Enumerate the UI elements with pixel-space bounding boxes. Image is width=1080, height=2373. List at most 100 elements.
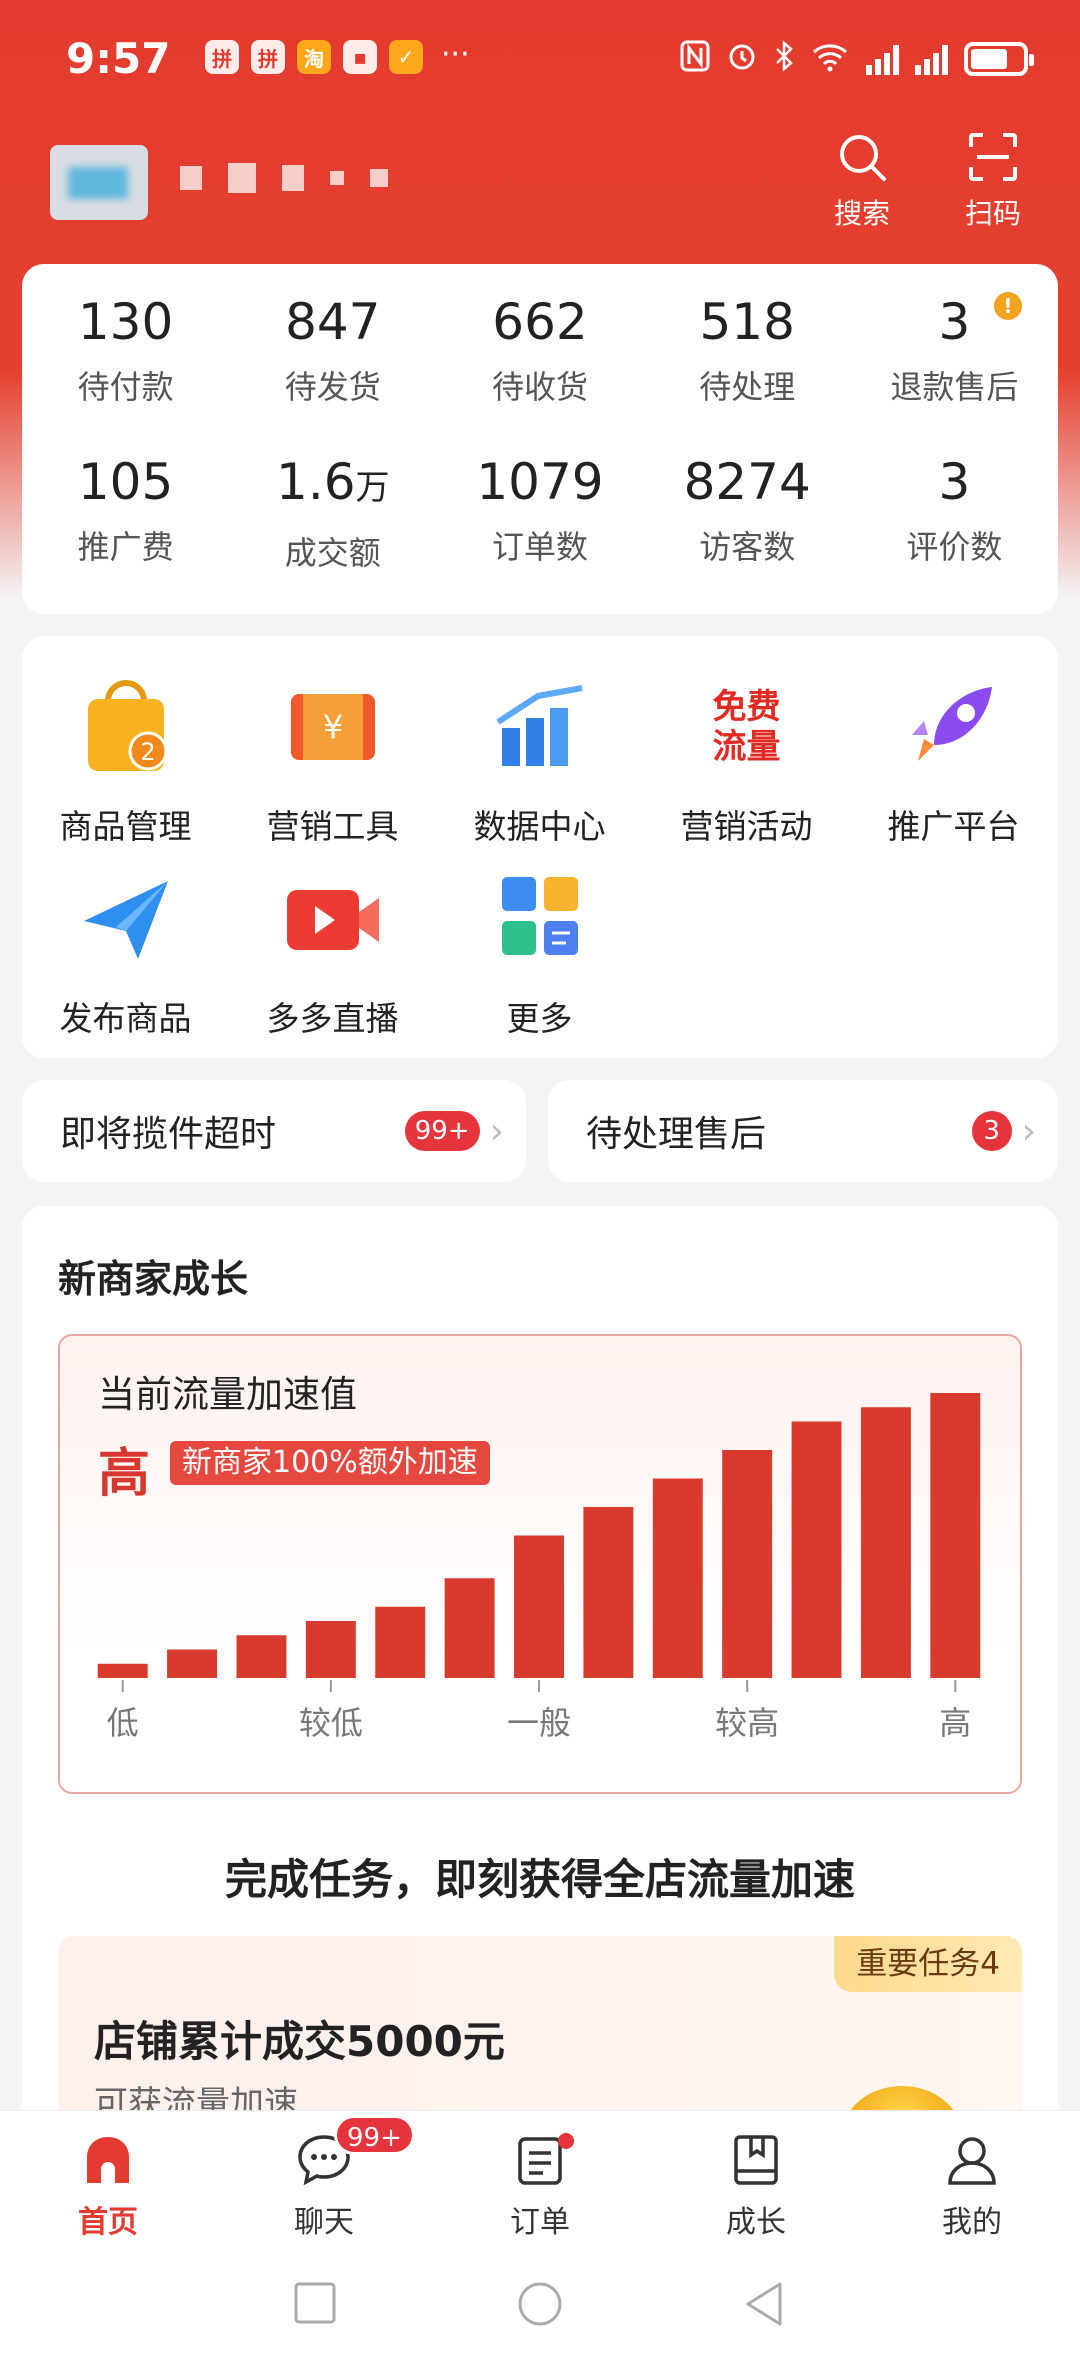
taobao-notification-icon: 淘 [297,40,331,74]
stat-value: 8274 [683,453,811,511]
tools-card: 2 商品管理 ¥ 营销工具 数据中心 免费 流量 营销活动 推广平台 发布商品 … [22,636,1058,1058]
tab-label: 聊天 [294,2205,354,2240]
tab-label: 成长 [726,2205,786,2240]
order-notification-dot [558,2133,574,2149]
home-button[interactable] [516,2280,564,2332]
shop-stats-card: 130 待付款 847 待发货 662 待收货 518 待处理 3 ! 退款售后… [22,264,1058,614]
tool-promotion-platform[interactable]: 推广平台 [850,672,1057,848]
tool-live-stream[interactable]: 多多直播 [229,864,436,1040]
accel-tag: 新商家100%额外加速 [170,1441,490,1485]
tool-label: 推广平台 [887,807,1020,846]
shop-avatar[interactable] [50,145,148,220]
pending-aftersale-entry[interactable]: 待处理售后 3 › [548,1080,1058,1182]
tool-label: 多多直播 [266,999,399,1038]
bluetooth-icon [774,40,794,78]
stat-review-count[interactable]: 3 评价数 [851,452,1058,612]
accel-level: 高 [98,1444,151,1504]
accel-title: 当前流量加速值 [98,1373,357,1416]
more-notifications-icon: ··· [441,37,470,72]
scan-button[interactable]: 扫码 [943,128,1043,232]
stat-gmv[interactable]: 1.6万 成交额 [229,452,436,612]
tab-chat[interactable]: 聊天 99+ [216,2111,432,2250]
chart-tick-label: 一般 [507,1704,571,1742]
chart-bar [860,1407,911,1678]
stat-label: 推广费 [77,528,174,566]
system-navigation-bar [0,2250,1080,2373]
back-button[interactable] [742,2280,786,2332]
chart-tick-label: 高 [939,1704,971,1742]
message-notification-icon: ▪ [343,40,377,74]
tool-marketing-tools[interactable]: ¥ 营销工具 [229,672,436,848]
tool-more[interactable]: 更多 [436,864,643,1040]
tab-label: 我的 [942,2205,1002,2240]
stat-pending-processing[interactable]: 518 待处理 [644,292,851,452]
home-icon [0,2131,216,2189]
stat-value: 130 [77,293,174,351]
stat-value: 1.6 [276,453,356,511]
stat-visitor-count[interactable]: 8274 访客数 [644,452,851,612]
tool-label: 数据中心 [473,807,606,846]
chart-bar [652,1478,703,1678]
status-bar: 9:57 拼 拼 淘 ▪ ✓ ··· [0,0,1080,120]
tool-publish-product[interactable]: 发布商品 [22,864,229,1040]
stat-pending-receipt[interactable]: 662 待收货 [436,292,643,452]
chart-tick-label: 低 [107,1704,139,1742]
chart-bar [791,1421,842,1678]
system-status-icons [680,40,1034,78]
free-traffic-icon: 免费 流量 [643,672,850,782]
tool-label: 商品管理 [59,807,192,846]
tab-growth[interactable]: 成长 [648,2111,864,2250]
chart-bar [236,1635,287,1678]
tab-home[interactable]: 首页 [0,2111,216,2250]
search-button[interactable]: 搜索 [812,128,912,232]
chart-bar [305,1621,356,1678]
stat-label: 成交额 [284,534,381,572]
tool-marketing-activities[interactable]: 免费 流量 营销活动 [643,672,850,848]
chart-bar [722,1450,773,1678]
order-icon [432,2131,648,2189]
stat-promotion-fee[interactable]: 105 推广费 [22,452,229,612]
stat-label: 待付款 [77,368,174,406]
stat-pending-shipment[interactable]: 847 待发货 [229,292,436,452]
stat-label: 评价数 [906,528,1003,566]
tab-profile[interactable]: 我的 [864,2111,1080,2250]
stat-refund-aftersale[interactable]: 3 ! 退款售后 [851,292,1058,452]
search-label: 搜索 [833,197,890,230]
nfc-icon [680,40,710,78]
chat-unread-badge: 99+ [334,2115,415,2155]
stat-value: 518 [699,293,795,351]
recent-apps-button[interactable] [292,2280,338,2330]
stat-value: 105 [77,453,174,511]
tab-orders[interactable]: 订单 [432,2111,648,2250]
wifi-icon [810,40,850,78]
traffic-acceleration-panel: 低 较低 一般 较高 高 当前流量加速值 高 新商家100%额外加速 [58,1334,1022,1794]
profile-icon [864,2131,1080,2189]
tab-label: 订单 [510,2205,570,2240]
tool-data-center[interactable]: 数据中心 [436,672,643,848]
new-merchant-growth-card: 新商家成长 低 较低 一般 较高 高 当前流量加速值 高 新商家100%额外加速 完成任… [22,1206,1058,2216]
pickup-timeout-badge: 99+ [404,1111,480,1151]
search-icon [812,128,912,186]
paper-plane-icon [22,864,229,974]
stat-pending-payment[interactable]: 130 待付款 [22,292,229,452]
stat-value: 662 [492,293,588,351]
tool-product-management[interactable]: 2 商品管理 [22,672,229,848]
tab-label: 首页 [78,2205,138,2240]
growth-book-icon [648,2131,864,2189]
stat-unit: 万 [355,468,390,508]
chart-bar [514,1535,564,1678]
chart-bar [167,1649,218,1678]
chart-tick-label: 较高 [715,1704,779,1742]
tool-label: 更多 [506,999,573,1038]
more-grid-icon [436,864,643,974]
stats-grid: 130 待付款 847 待发货 662 待收货 518 待处理 3 ! 退款售后… [22,264,1058,612]
shopping-bag-icon: 2 [22,672,229,782]
pickup-timeout-entry[interactable]: 即将揽件超时 99+ › [22,1080,526,1182]
shop-name-blurred [180,163,388,193]
pickup-timeout-label: 即将揽件超时 [60,1114,277,1155]
scan-icon [943,128,1043,186]
signal-strength-icon [866,43,899,75]
stat-label: 待处理 [699,368,796,406]
stat-order-count[interactable]: 1079 订单数 [436,452,643,612]
chart-bar [583,1507,634,1678]
